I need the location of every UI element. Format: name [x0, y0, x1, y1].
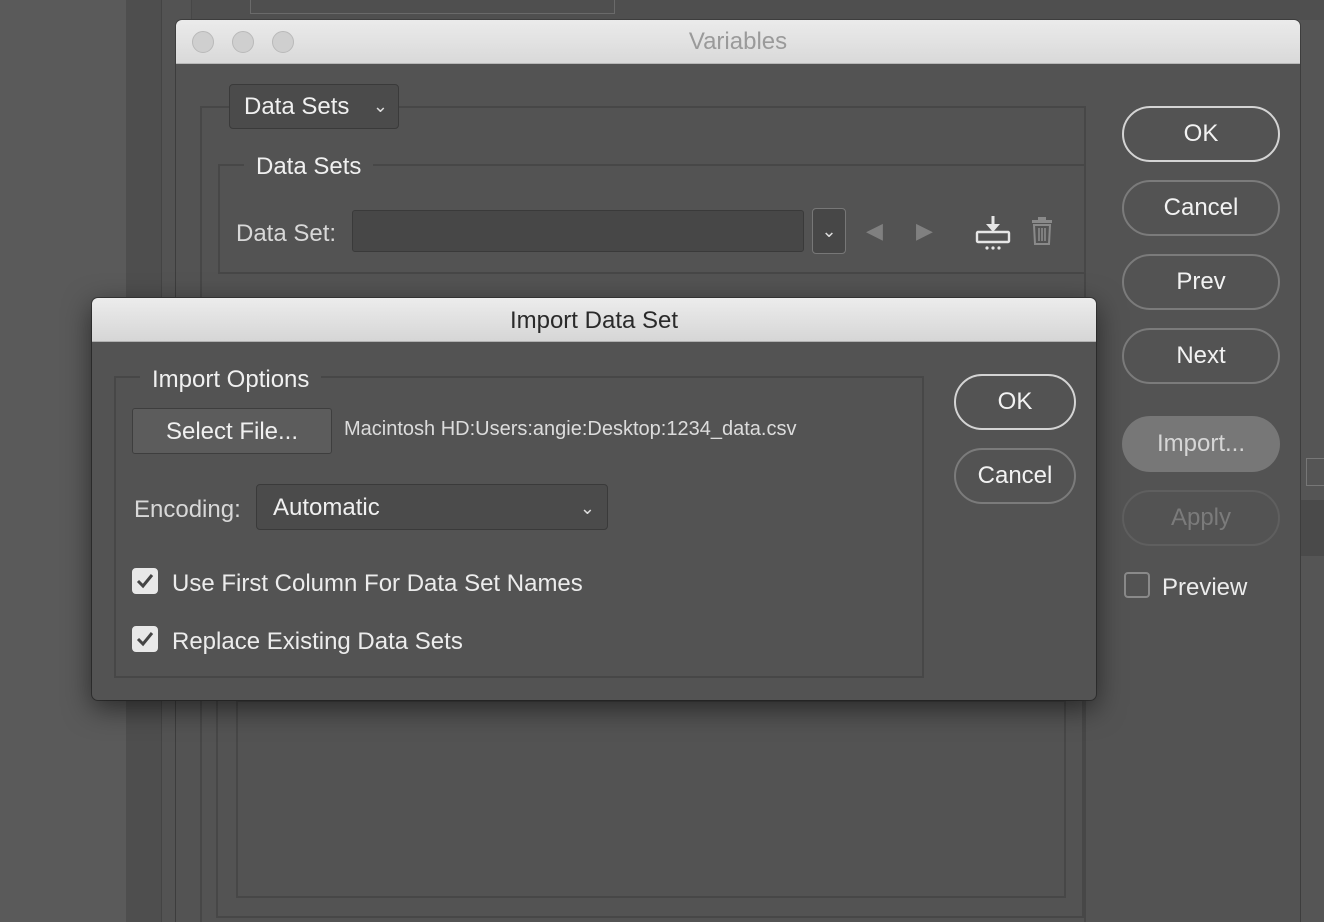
- use-first-column-label: Use First Column For Data Set Names: [172, 570, 583, 597]
- use-first-column-checkbox[interactable]: [132, 568, 158, 594]
- background-right-block: [1300, 500, 1324, 556]
- selected-file-path: Macintosh HD:Users:angie:Desktop:1234_da…: [344, 418, 797, 440]
- encoding-select[interactable]: Automatic ⌄: [256, 484, 608, 530]
- import-icon[interactable]: [974, 214, 1012, 252]
- panel-type-selected: Data Sets: [244, 93, 350, 120]
- preview-label: Preview: [1162, 574, 1248, 601]
- data-set-dropdown-button[interactable]: ⌄: [812, 208, 846, 254]
- select-file-button[interactable]: Select File...: [132, 408, 332, 454]
- triangle-right-icon[interactable]: ▶: [916, 218, 933, 244]
- import-button[interactable]: Import...: [1122, 416, 1280, 472]
- apply-button: Apply: [1122, 490, 1280, 546]
- trash-icon[interactable]: [1030, 217, 1054, 245]
- chevron-down-icon: ⌄: [372, 96, 388, 116]
- data-set-field[interactable]: [352, 210, 804, 252]
- dialog-cancel-button[interactable]: Cancel: [954, 448, 1076, 504]
- window-title: Variables: [688, 28, 788, 55]
- cancel-button[interactable]: Cancel: [1122, 180, 1280, 236]
- dialog-ok-button[interactable]: OK: [954, 374, 1076, 430]
- checkmark-icon: [136, 574, 154, 589]
- data-sets-group-label: Data Sets: [244, 153, 374, 181]
- dialog-titlebar: Import Data Set: [92, 298, 1096, 342]
- chevron-down-icon: ⌄: [821, 221, 837, 241]
- background-field: [250, 0, 615, 14]
- variables-list-box: [236, 700, 1066, 898]
- panel-type-dropdown[interactable]: Data Sets ⌄: [229, 84, 399, 129]
- preview-checkbox[interactable]: [1124, 572, 1150, 598]
- import-options-label: Import Options: [140, 366, 322, 394]
- window-titlebar: Variables: [176, 20, 1300, 64]
- data-set-label: Data Set:: [236, 220, 337, 247]
- replace-existing-checkbox[interactable]: [132, 626, 158, 652]
- encoding-label: Encoding:: [134, 496, 241, 523]
- dialog-title: Import Data Set: [509, 307, 679, 334]
- checkmark-icon: [136, 632, 154, 647]
- chevron-down-icon: ⌄: [579, 498, 595, 518]
- import-data-set-dialog: Import Data Set Import Options Select Fi…: [92, 298, 1096, 700]
- ok-button[interactable]: OK: [1122, 106, 1280, 162]
- replace-existing-label: Replace Existing Data Sets: [172, 628, 463, 655]
- triangle-left-icon[interactable]: ◀: [866, 218, 883, 244]
- next-button[interactable]: Next: [1122, 328, 1280, 384]
- background-right-tab: [1306, 458, 1324, 486]
- prev-button[interactable]: Prev: [1122, 254, 1280, 310]
- encoding-selected: Automatic: [273, 494, 380, 521]
